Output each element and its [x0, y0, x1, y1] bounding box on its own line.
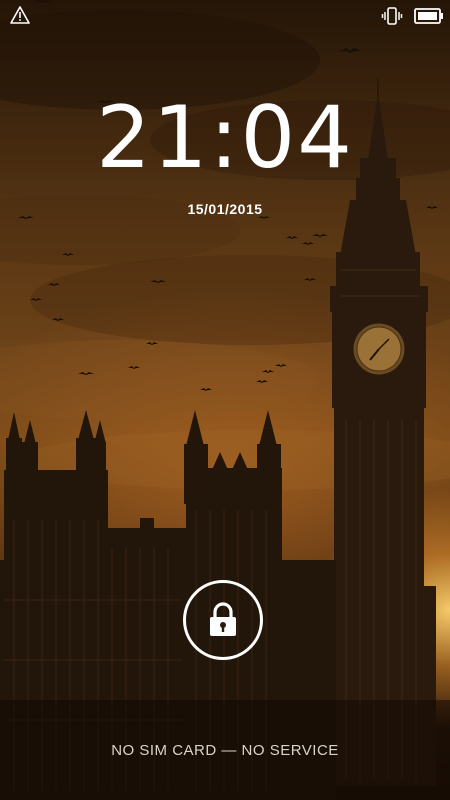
alert-triangle-icon: [10, 6, 30, 24]
lock-screen: 21:04 15/01/2015 NO SIM CARD — NO SERVIC…: [0, 0, 450, 800]
padlock-icon: [210, 602, 236, 636]
vibrate-icon: [381, 7, 403, 25]
battery-full-icon: [414, 8, 443, 24]
unlock-button[interactable]: [183, 580, 263, 660]
carrier-status: NO SIM CARD — NO SERVICE: [111, 742, 339, 759]
lockscreen-date: 15/01/2015: [187, 201, 263, 217]
status-bar: [0, 0, 450, 32]
lockscreen-clock: 21:04: [96, 88, 354, 188]
clock-face: [350, 320, 408, 378]
